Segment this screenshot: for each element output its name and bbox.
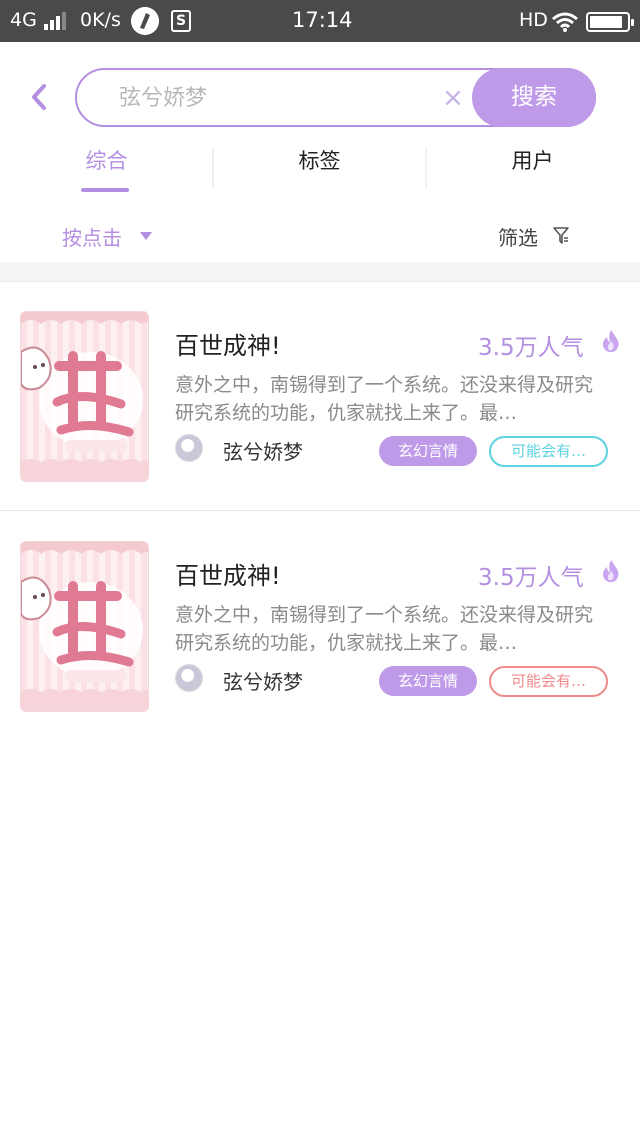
sort-dropdown[interactable]: 按点击: [62, 222, 122, 251]
extra-tag: 可能会有…: [489, 436, 608, 467]
popularity-count: 3.5万人气: [478, 565, 584, 591]
tab-tags[interactable]: 标签: [213, 138, 426, 198]
signal-icon: [44, 12, 66, 30]
filter-button[interactable]: 筛选: [498, 222, 538, 251]
list-divider: [0, 510, 640, 511]
network-type: 4G: [10, 9, 37, 31]
status-bar: 4G 0K/s S 17:14 HD: [0, 0, 640, 42]
hd-indicator: HD: [519, 9, 548, 31]
battery-level: [590, 16, 622, 28]
search-bar: × 搜索: [75, 68, 596, 127]
app-notification-icon: [131, 7, 159, 35]
fire-icon: [603, 330, 619, 353]
section-divider: [0, 262, 640, 282]
book-description: 意外之中，南锡得到了一个系统。还没来得及研究研究系统的功能，仇家就找上来了。最…: [175, 604, 594, 654]
battery-icon: [586, 12, 634, 32]
author-avatar: [175, 664, 203, 692]
wifi-icon: [552, 12, 578, 32]
book-cover-image: [20, 311, 149, 482]
author-name: 弦兮娇梦: [223, 440, 303, 464]
caret-down-icon[interactable]: [140, 232, 152, 240]
clear-icon[interactable]: ×: [441, 84, 465, 112]
popularity-count: 3.5万人气: [478, 335, 584, 361]
active-tab-indicator: [81, 188, 129, 192]
back-arrow-icon[interactable]: [26, 82, 52, 112]
book-list-item[interactable]: 百世成神! 3.5万人气 意外之中，南锡得到了一个系统。还没来得及研究研究系统的…: [0, 512, 640, 742]
extra-tag: 可能会有…: [489, 666, 608, 697]
genre-tag: 玄幻言情: [379, 436, 477, 466]
clock: 17:14: [292, 8, 353, 32]
genre-tag: 玄幻言情: [379, 666, 477, 696]
tab-divider: [212, 148, 214, 188]
search-input[interactable]: [119, 82, 429, 114]
network-speed: 0K/s: [80, 9, 121, 31]
book-cover-image: [20, 541, 149, 712]
author-name: 弦兮娇梦: [223, 670, 303, 694]
book-description: 意外之中，南锡得到了一个系统。还没来得及研究研究系统的功能，仇家就找上来了。最…: [175, 374, 594, 424]
app-badge-icon: S: [171, 10, 191, 32]
search-button[interactable]: 搜索: [472, 68, 596, 127]
book-list-item[interactable]: 百世成神! 3.5万人气 意外之中，南锡得到了一个系统。还没来得及研究研究系统的…: [0, 282, 640, 512]
book-title: 百世成神!: [175, 332, 281, 360]
tab-users[interactable]: 用户: [426, 138, 639, 198]
author-avatar: [175, 434, 203, 462]
funnel-icon[interactable]: [553, 227, 569, 245]
fire-icon: [603, 560, 619, 583]
book-title: 百世成神!: [175, 562, 281, 590]
tab-divider: [425, 148, 427, 188]
